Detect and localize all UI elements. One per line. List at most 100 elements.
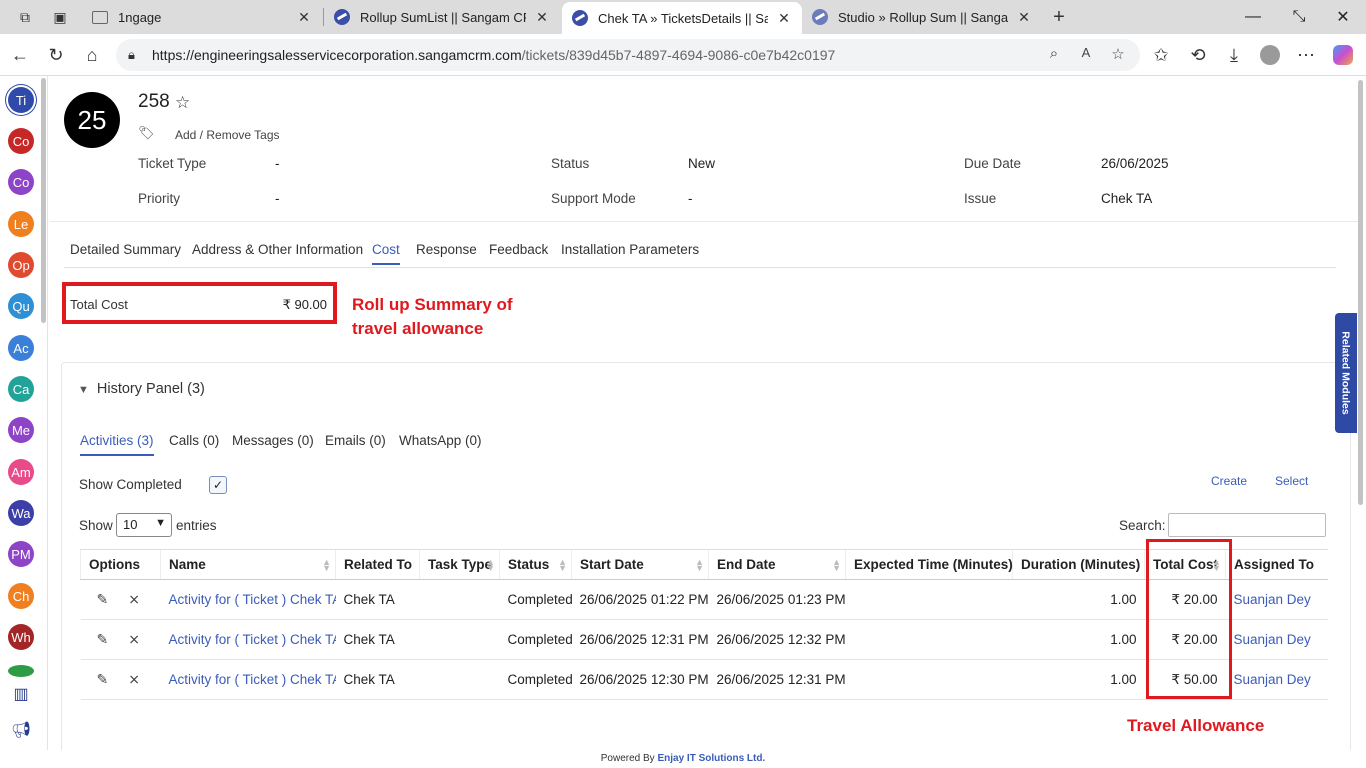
activity-link[interactable]: Activity for ( Ticket ) Chek TA [169,632,336,647]
col-end-date[interactable]: End Date ▲ ▼ [708,549,846,580]
activities-table: Options Name ▲ ▼ Related To Task Type ▲ ▼ St… [80,549,1328,700]
footer: Powered By Enjay IT Solutions Ltd. [0,750,1366,768]
page-scrollbar[interactable] [1358,80,1363,505]
tag-icon: 🏷︎ [138,125,155,140]
read-aloud-icon[interactable]: A [1076,45,1096,65]
home-icon[interactable]: ⌂ [79,42,105,68]
page-size-select[interactable]: 10 ▼ [116,513,172,537]
col-task-type[interactable]: Task Type ▲ ▼ [419,549,500,580]
tab-installation-parameters[interactable]: Installation Parameters [561,242,699,257]
footer-company-link[interactable]: Enjay IT Solutions Ltd. [657,753,765,764]
show-completed-checkbox[interactable]: ✓ [209,476,227,494]
rail-item-partial[interactable] [8,665,34,677]
url-host: https://engineeringsalesservicecorporati… [152,47,522,63]
workspaces-icon[interactable]: ⧉ [14,6,36,28]
rail-item-opportunities[interactable]: Op [8,252,34,278]
related-modules-button[interactable]: Related Modules [1335,313,1357,433]
favorite-star-icon[interactable]: ☆ [1108,45,1128,65]
create-link[interactable]: Create [1211,474,1247,488]
profile-avatar-icon[interactable] [1257,42,1283,68]
edit-pencil-icon[interactable]: ✎ [97,591,109,608]
sort-icon[interactable]: ▲ ▼ [832,558,841,573]
col-start-date[interactable]: Start Date ▲ ▼ [571,549,709,580]
unlink-icon[interactable]: ⨯ [128,631,140,648]
sort-icon[interactable]: ▲ ▼ [695,558,704,573]
sort-icon[interactable]: ▲ ▼ [486,558,495,573]
add-remove-tags-link[interactable]: Add / Remove Tags [175,128,280,142]
intercom-icon[interactable]: ▥ [10,684,32,706]
browser-tab-studio[interactable]: Studio » Rollup Sum || Sangam CR ✕ [802,0,1042,34]
rail-item-leads[interactable]: Le [8,211,34,237]
tab-calls[interactable]: Calls (0) [169,433,219,448]
tab-whatsapp[interactable]: WhatsApp (0) [399,433,482,448]
search-input[interactable] [1168,513,1326,537]
tab-detailed-summary[interactable]: Detailed Summary [70,242,181,257]
download-icon[interactable]: ⤓ [1221,42,1247,68]
rail-item-calls[interactable]: Ca [8,376,34,402]
tab-messages[interactable]: Messages (0) [232,433,314,448]
star-icon[interactable]: ☆ [175,93,190,113]
copilot-icon[interactable] [1330,42,1356,68]
col-related-to[interactable]: Related To [335,549,420,580]
rail-item-tickets[interactable]: Ti [8,87,34,113]
assigned-user-link[interactable]: Suanjan Dey [1234,632,1311,647]
tab-emails[interactable]: Emails (0) [325,433,386,448]
rail-item-activities[interactable]: Ac [8,335,34,361]
col-duration[interactable]: Duration (Minutes) [1012,549,1145,580]
unlink-icon[interactable]: ⨯ [128,671,140,688]
activity-link[interactable]: Activity for ( Ticket ) Chek TA [169,672,336,687]
more-icon[interactable]: ⋯ [1293,42,1319,68]
rail-item-whatsapp[interactable]: Wh [8,624,34,650]
rail-item-quotes[interactable]: Qu [8,293,34,319]
activity-link[interactable]: Activity for ( Ticket ) Chek TA [169,592,336,607]
window-close-icon[interactable]: ✕ [1320,0,1366,34]
edit-pencil-icon[interactable]: ✎ [97,631,109,648]
cell-duration: 1.00 [1012,659,1145,700]
edit-pencil-icon[interactable]: ✎ [97,671,109,688]
browser-tab-rollup-sumlist[interactable]: Rollup SumList || Sangam CRM ✕ [324,0,560,34]
rail-item-ch[interactable]: Ch [8,583,34,609]
tab-activities[interactable]: Activities (3) [80,433,154,456]
zoom-icon[interactable]: ⌕ [1044,45,1064,65]
tab-feedback[interactable]: Feedback [489,242,548,257]
assigned-user-link[interactable]: Suanjan Dey [1234,592,1311,607]
tab-response[interactable]: Response [416,242,477,257]
browser-tab-ticket-details[interactable]: Chek TA » TicketsDetails || Sangam ✕ [562,2,802,34]
rail-item-companies[interactable]: Co [8,169,34,195]
new-tab-button[interactable]: + [1048,6,1070,28]
browser-tab-1ngage[interactable]: 1ngage ✕ [82,0,322,34]
close-icon[interactable]: ✕ [776,10,792,27]
close-icon[interactable]: ✕ [534,9,550,26]
rail-scrollbar[interactable] [41,78,46,323]
rail-item-pm[interactable]: PM [8,541,34,567]
announcement-icon[interactable]: 📢︎ [10,720,32,742]
col-expected-time[interactable]: Expected Time (Minutes) [845,549,1013,580]
history-icon[interactable]: ⟲ [1185,42,1211,68]
tab-actions-icon[interactable]: ▣ [49,6,71,28]
history-panel-toggle[interactable]: ▼ History Panel (3) [78,381,205,397]
col-assigned-to[interactable]: Assigned To [1225,549,1328,580]
chevron-down-icon: ▼ [78,384,89,396]
rail-item-amc[interactable]: Am [8,459,34,485]
col-status[interactable]: Status ▲ ▼ [499,549,572,580]
tab-address-other-info[interactable]: Address & Other Information [192,242,363,257]
reload-icon[interactable]: ↻ [43,42,69,68]
close-icon[interactable]: ✕ [296,9,312,26]
lock-icon[interactable]: 🔒︎ [128,47,146,63]
rail-item-warranty[interactable]: Wa [8,500,34,526]
rail-item-meetings[interactable]: Me [8,417,34,443]
address-bar[interactable]: 🔒︎ https://engineeringsalesservicecorpor… [116,39,1140,71]
close-icon[interactable]: ✕ [1016,9,1032,26]
sort-icon[interactable]: ▲ ▼ [558,558,567,573]
minimize-icon[interactable]: — [1230,0,1276,34]
unlink-icon[interactable]: ⨯ [128,591,140,608]
col-name[interactable]: Name ▲ ▼ [160,549,336,580]
back-icon[interactable]: ← [7,42,33,68]
select-link[interactable]: Select [1275,474,1308,488]
rail-item-contacts[interactable]: Co [8,128,34,154]
restore-icon[interactable]: ⤡ [1276,0,1322,34]
tab-cost[interactable]: Cost [372,242,400,265]
sort-icon[interactable]: ▲ ▼ [322,558,331,573]
assigned-user-link[interactable]: Suanjan Dey [1234,672,1311,687]
favorites-icon[interactable]: ✩ [1148,42,1174,68]
